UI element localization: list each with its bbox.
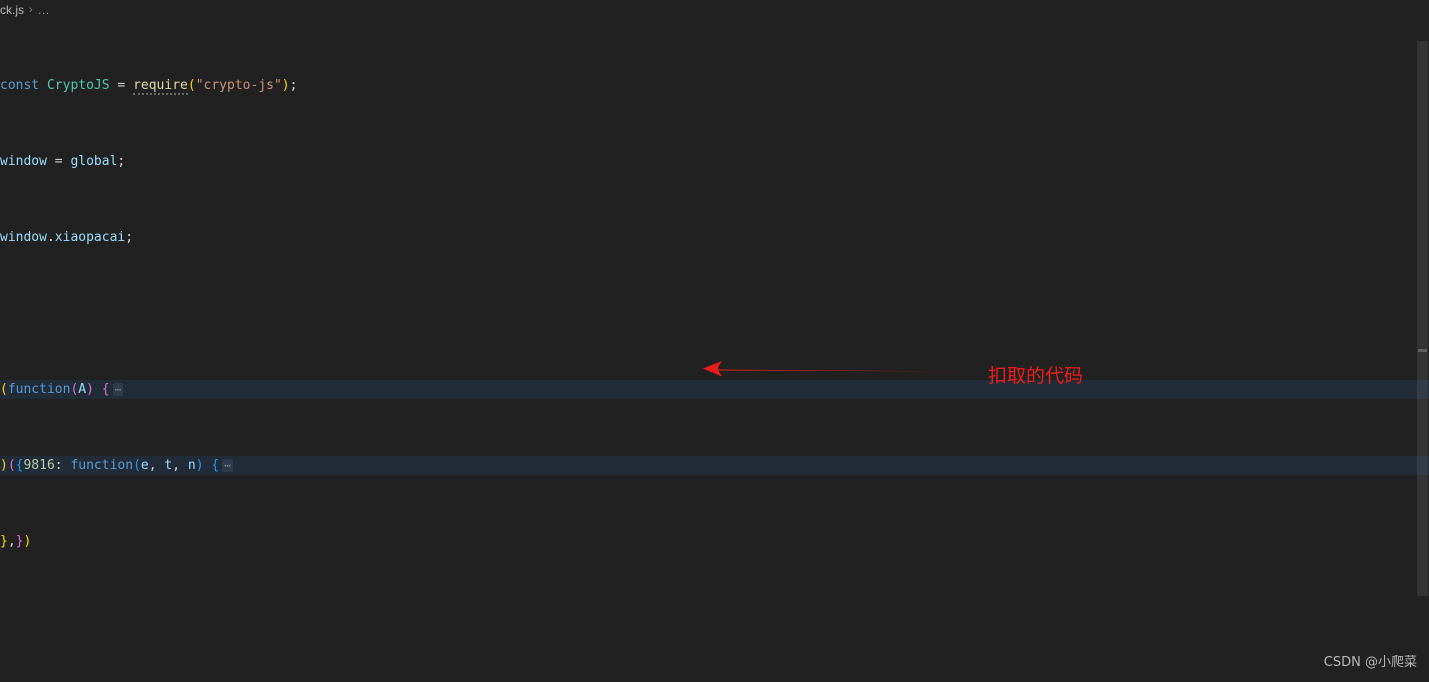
- code-line-folded[interactable]: (function(A) {⋯: [0, 380, 1429, 399]
- fold-marker[interactable]: ⋯: [112, 383, 124, 396]
- code-line[interactable]: window.xiaopacai;: [0, 228, 1429, 247]
- fold-marker[interactable]: ⋯: [222, 459, 233, 472]
- breadcrumb-separator-icon: ›: [29, 3, 33, 16]
- code-line-blank[interactable]: [0, 608, 1429, 627]
- watermark: CSDN @小爬菜: [1323, 655, 1417, 670]
- overview-ruler-mark: [1418, 349, 1427, 352]
- code-line[interactable]: },}): [0, 532, 1429, 551]
- code-content[interactable]: const CryptoJS = require("crypto-js"); w…: [0, 19, 1429, 682]
- breadcrumb-symbol-ellipsis[interactable]: …: [38, 3, 51, 17]
- vertical-scrollbar[interactable]: [1415, 19, 1429, 682]
- code-editor: ck.js › … const CryptoJS = require("cryp…: [0, 0, 1429, 682]
- code-line-blank[interactable]: [0, 304, 1429, 323]
- code-line[interactable]: const CryptoJS = require("crypto-js");: [0, 76, 1429, 95]
- code-line-folded[interactable]: )({9816: function(e, t, n) {⋯: [0, 456, 1429, 475]
- code-line[interactable]: window = global;: [0, 152, 1429, 171]
- breadcrumb-file[interactable]: ck.js: [0, 3, 24, 17]
- breadcrumb[interactable]: ck.js › …: [0, 0, 1429, 19]
- scrollbar-thumb[interactable]: [1417, 41, 1428, 596]
